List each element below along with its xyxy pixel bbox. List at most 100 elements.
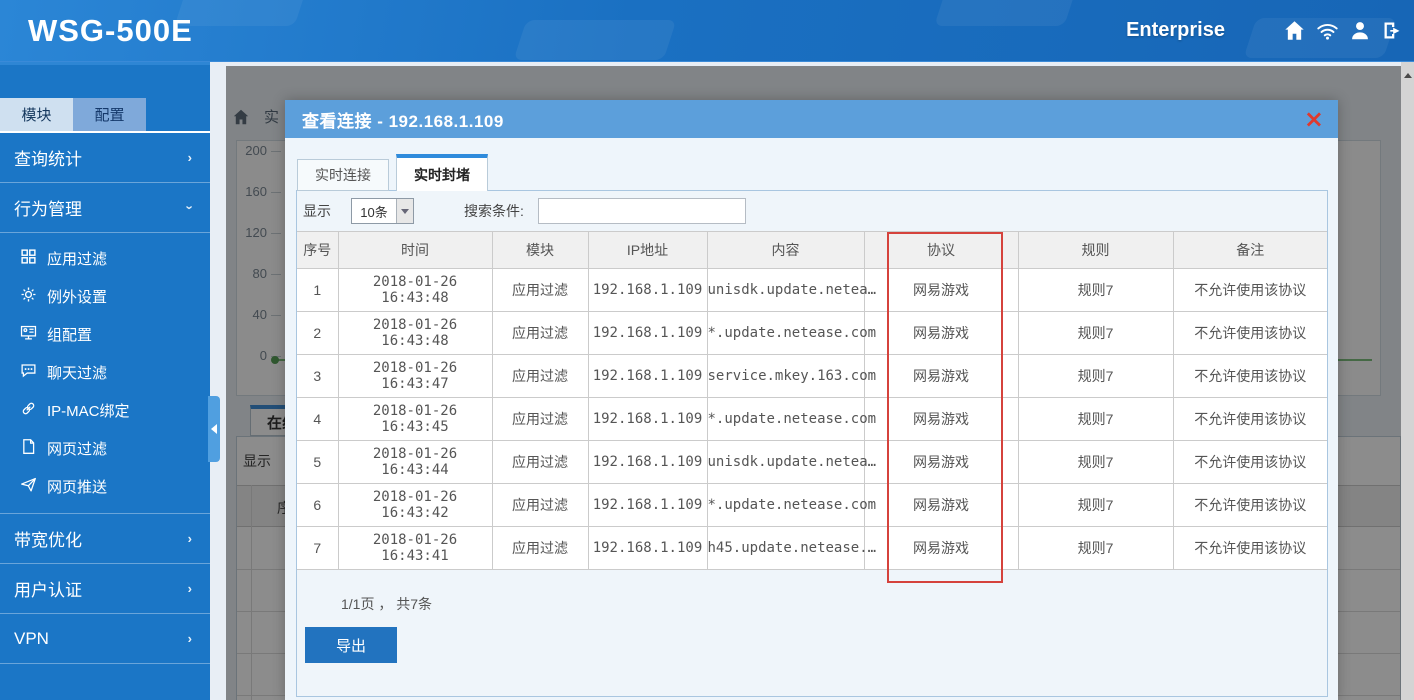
chat-icon [20,362,37,383]
table-cell: 2 [297,312,338,355]
show-label: 显示 [303,201,331,221]
search-input[interactable] [538,198,746,224]
table-cell: *.update.netease.com [707,484,864,527]
sidebar-item-0[interactable]: 查询统计 › [0,133,210,183]
sidebar-item-label: VPN [14,629,49,649]
sidebar-subitem[interactable]: 组配置 [0,315,210,353]
sidebar-subitem[interactable]: IP-MAC绑定 [0,391,210,429]
sidebar-subitem-label: 网页过滤 [47,438,107,459]
table-cell: 网易游戏 [864,441,1018,484]
export-button[interactable]: 导出 [305,627,397,663]
table-cell: 规则7 [1018,355,1173,398]
tab-realtime-connections[interactable]: 实时连接 [297,159,389,191]
sidebar-tabs: 模块 配置 [0,98,210,133]
table-cell: 不允许使用该协议 [1173,312,1327,355]
column-header: 模块 [492,232,588,269]
sidebar-subitem[interactable]: 网页过滤 [0,429,210,467]
sidebar-subitem[interactable]: 聊天过滤 [0,353,210,391]
sidebar-collapse-handle[interactable] [208,396,220,462]
sidebar-item-label: 带宽优化 [14,526,82,551]
sidebar-item-4[interactable]: VPN› [0,614,210,664]
sidebar-item-label: 行为管理 [14,195,82,220]
table-cell: 2018-01-26 16:43:47 [338,355,492,398]
table-cell: 192.168.1.109 [588,355,707,398]
topbar: WSG-500E Enterprise [0,0,1414,62]
table-cell: 192.168.1.109 [588,312,707,355]
home-icon[interactable] [1283,19,1306,42]
table-row: 52018-01-26 16:43:44应用过滤192.168.1.109uni… [297,441,1327,484]
table-cell: 192.168.1.109 [588,269,707,312]
page-scrollbar[interactable] [1401,62,1414,700]
column-header: 序号 [297,232,338,269]
sidebar-subitem[interactable]: 应用过滤 [0,239,210,277]
tab-realtime-blocking[interactable]: 实时封堵 [396,154,488,191]
table-cell: 应用过滤 [492,441,588,484]
sidebar-subitem[interactable]: 例外设置 [0,277,210,315]
table-cell: 应用过滤 [492,484,588,527]
sidebar-item-1[interactable]: 行为管理› [0,183,210,233]
table-cell: 192.168.1.109 [588,441,707,484]
table-cell: 2018-01-26 16:43:48 [338,269,492,312]
close-icon[interactable]: × [1304,109,1324,129]
table-cell: *.update.netease.com [707,312,864,355]
sidebar-item-label: 查询统计 [14,145,82,170]
page-icon [20,438,37,459]
chevron-right-icon: › [188,531,192,546]
table-cell: 不允许使用该协议 [1173,441,1327,484]
user-icon[interactable] [1349,19,1371,42]
modal-tabs: 实时连接 实时封堵 [297,154,488,191]
table-cell: service.mkey.163.com [707,355,864,398]
sidebar-item-2[interactable]: 带宽优化 › [0,514,210,564]
gear-icon [20,286,37,307]
sidebar-tab-config[interactable]: 配置 [73,98,146,131]
table-header-row: 序号时间模块IP地址内容协议规则备注 [297,232,1327,269]
chevron-right-icon: › [188,150,192,165]
sidebar-tab-module[interactable]: 模块 [0,98,73,131]
sidebar-subitem-label: IP-MAC绑定 [47,400,130,421]
sidebar-item-3[interactable]: 用户认证› [0,564,210,614]
table-cell: 6 [297,484,338,527]
table-cell: unisdk.update.netea… [707,441,864,484]
link-icon [20,400,37,421]
table-cell: 2018-01-26 16:43:45 [338,398,492,441]
sidebar-subitem-label: 聊天过滤 [47,362,107,383]
table-cell: 应用过滤 [492,355,588,398]
table-cell: 2018-01-26 16:43:44 [338,441,492,484]
app-logo: WSG-500E [28,13,193,49]
idcard-icon [20,324,37,345]
sidebar: 模块 配置 查询统计›行为管理›应用过滤例外设置组配置聊天过滤IP-MAC绑定网… [0,62,210,700]
table-cell: 网易游戏 [864,484,1018,527]
table-cell: 网易游戏 [864,312,1018,355]
table-row: 12018-01-26 16:43:48应用过滤192.168.1.109uni… [297,269,1327,312]
column-header: 协议 [864,232,1018,269]
table-row: 32018-01-26 16:43:47应用过滤192.168.1.109ser… [297,355,1327,398]
scrollbar-up-arrow[interactable] [1401,68,1414,82]
sidebar-subitem[interactable]: 网页推送 [0,467,210,505]
table-cell: 4 [297,398,338,441]
table-cell: 应用过滤 [492,269,588,312]
table-cell: 不允许使用该协议 [1173,269,1327,312]
table-cell: 不允许使用该协议 [1173,398,1327,441]
sidebar-submenu: 应用过滤例外设置组配置聊天过滤 IP-MAC绑定网页过滤网页推送 [0,233,210,514]
table-cell: 规则7 [1018,484,1173,527]
column-header: 内容 [707,232,864,269]
chevron-down-icon [396,199,413,223]
table-cell: 7 [297,527,338,570]
table-cell: 2018-01-26 16:43:48 [338,312,492,355]
wifi-icon[interactable] [1315,19,1340,42]
table-cell: 不允许使用该协议 [1173,355,1327,398]
sidebar-item-label: 用户认证 [14,576,82,601]
table-cell: 规则7 [1018,441,1173,484]
table-cell: h45.update.netease.… [707,527,864,570]
table-cell: *.update.netease.com [707,398,864,441]
table-cell: 应用过滤 [492,312,588,355]
page-size-select[interactable]: 10条 [351,198,414,224]
table-cell: 规则7 [1018,269,1173,312]
table-cell: 不允许使用该协议 [1173,527,1327,570]
table-cell: 3 [297,355,338,398]
column-header: IP地址 [588,232,707,269]
pagination-info: 1/1页 ， 共7条 [341,594,1327,614]
logout-icon[interactable] [1380,19,1404,42]
view-connections-modal: 查看连接 - 192.168.1.109 × 实时连接 实时封堵 显示 10条 … [285,100,1338,700]
table-cell: 网易游戏 [864,398,1018,441]
